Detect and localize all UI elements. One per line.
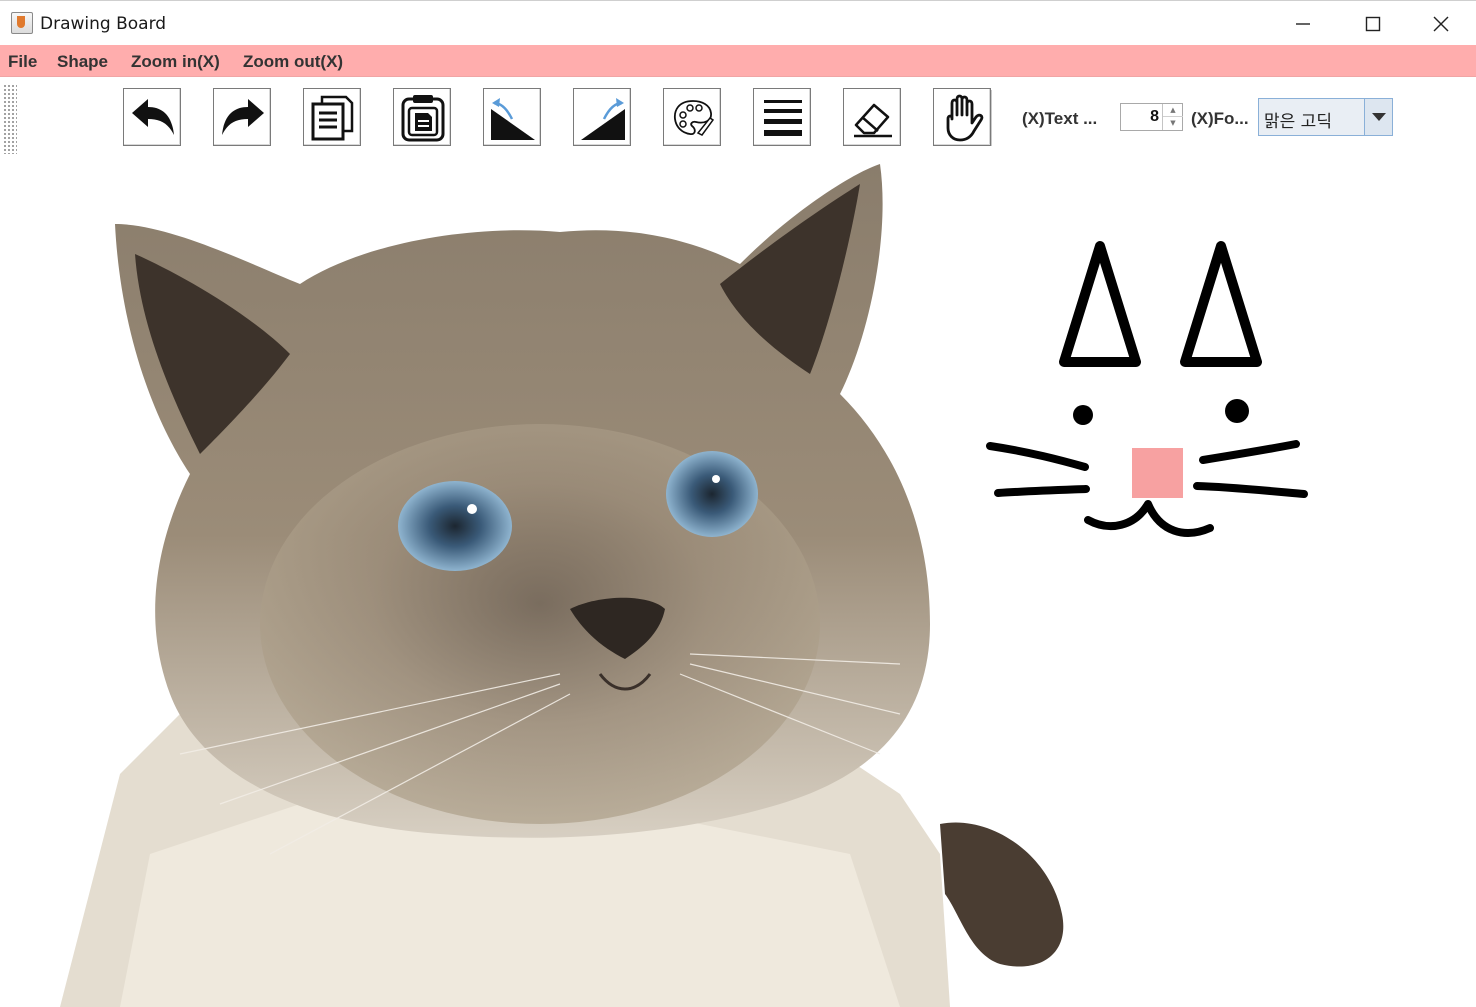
right-ear-shape	[1180, 241, 1262, 367]
spinner-arrows: ▲ ▼	[1162, 104, 1183, 130]
font-select-dropdown-button[interactable]	[1364, 99, 1392, 135]
java-app-icon	[11, 12, 33, 34]
drawing-canvas[interactable]	[0, 154, 1476, 1007]
redo-arrow-icon	[222, 99, 264, 135]
close-button[interactable]	[1406, 1, 1476, 46]
palette-icon	[673, 100, 715, 136]
font-label: (X)Fo...	[1191, 109, 1249, 128]
mouth-shape	[1084, 500, 1214, 537]
left-whisker-bottom	[994, 485, 1090, 497]
title-bar: Drawing Board	[0, 0, 1476, 45]
redo-button[interactable]	[213, 88, 271, 146]
color-button[interactable]	[663, 88, 721, 146]
menu-bar: File Shape Zoom in(X) Zoom out(X)	[0, 45, 1476, 77]
toolbar: (X)Text ... 8 ▲ ▼ (X)Fo... 맑은 고딕	[0, 78, 1476, 154]
line-thickness-icon	[764, 100, 802, 136]
paste-clipboard-icon	[401, 95, 445, 142]
menu-file[interactable]: File	[8, 52, 37, 72]
paste-button[interactable]	[393, 88, 451, 146]
undo-arrow-icon	[132, 99, 174, 135]
left-eye-dot	[1073, 405, 1093, 425]
right-whisker-top	[1199, 440, 1300, 464]
undo-button[interactable]	[123, 88, 181, 146]
menu-shape[interactable]: Shape	[57, 52, 108, 72]
canvas-drawing	[60, 164, 1308, 1007]
eraser-button[interactable]	[843, 88, 901, 146]
chevron-down-icon	[1372, 113, 1386, 121]
close-icon	[1433, 16, 1449, 32]
nose-shape	[1132, 448, 1183, 498]
font-select-value: 맑은 고딕	[1264, 112, 1332, 132]
rotate-right-triangle-icon	[581, 98, 625, 140]
copy-button[interactable]	[303, 88, 361, 146]
line-width-button[interactable]	[753, 88, 811, 146]
font-select[interactable]: 맑은 고딕	[1258, 98, 1393, 136]
minimize-icon	[1296, 23, 1310, 25]
spinner-up-arrow-icon[interactable]: ▲	[1163, 104, 1183, 117]
toolbar-separator	[991, 90, 992, 146]
minimize-button[interactable]	[1268, 1, 1338, 46]
menu-zoom-in[interactable]: Zoom in(X)	[131, 52, 220, 72]
right-whisker-bottom	[1193, 482, 1308, 498]
eraser-icon	[854, 103, 892, 138]
right-eye-dot	[1225, 399, 1249, 423]
rotate-right-button[interactable]	[573, 88, 631, 146]
left-whisker-top	[986, 442, 1089, 471]
maximize-icon	[1365, 16, 1381, 32]
menu-zoom-out[interactable]: Zoom out(X)	[243, 52, 343, 72]
spinner-down-arrow-icon[interactable]: ▼	[1163, 117, 1183, 130]
rotate-left-triangle-icon	[491, 98, 535, 140]
hand-icon	[946, 94, 984, 142]
maximize-button[interactable]	[1338, 1, 1408, 46]
toolbar-grip[interactable]	[3, 84, 17, 154]
text-size-value[interactable]: 8	[1123, 108, 1159, 126]
rotate-left-button[interactable]	[483, 88, 541, 146]
cat-photo-image	[60, 164, 1064, 1007]
window-title: Drawing Board	[40, 14, 167, 34]
copy-document-icon	[311, 95, 354, 141]
left-ear-shape	[1059, 241, 1141, 367]
text-size-label: (X)Text ...	[1022, 109, 1098, 128]
pan-button[interactable]	[933, 88, 991, 146]
cat-face-drawing	[986, 241, 1308, 537]
text-size-spinner[interactable]: 8 ▲ ▼	[1120, 103, 1183, 131]
